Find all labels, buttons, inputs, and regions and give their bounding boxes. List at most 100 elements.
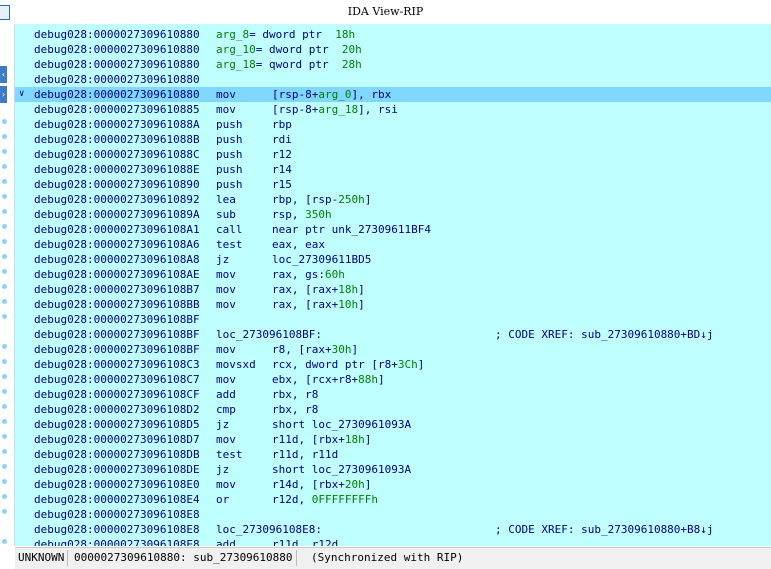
listing-row[interactable]: debug028:0000027309610880 arg_10= dword p… [15, 42, 771, 57]
breakpoint-dot-icon[interactable] [2, 449, 7, 454]
breakpoint-dot-icon[interactable] [2, 164, 7, 169]
instruction-operands[interactable]: rbp, [rsp-250h] [272, 192, 371, 207]
breakpoint-dot-icon[interactable] [2, 269, 7, 274]
row-address[interactable]: debug028:0000027309610885 [34, 102, 200, 117]
listing-row[interactable]: debug028:000002730961089A sub rsp, 350h [15, 207, 771, 222]
row-address[interactable]: debug028:000002730961088C [34, 147, 200, 162]
instruction-mnemonic[interactable]: jz [216, 462, 229, 477]
breakpoint-dot-icon[interactable] [2, 404, 7, 409]
row-address[interactable]: debug028:00000273096108BB [34, 297, 200, 312]
row-address[interactable]: debug028:00000273096108C7 [34, 372, 200, 387]
row-address[interactable]: debug028:00000273096108DE [34, 462, 200, 477]
listing-row[interactable]: debug028:0000027309610880 [15, 72, 771, 87]
instruction-mnemonic[interactable]: mov [216, 87, 236, 102]
listing-row[interactable]: debug028:00000273096108B7 mov rax, [rax+18… [15, 282, 771, 297]
row-address[interactable]: debug028:00000273096108CF [34, 387, 200, 402]
row-address[interactable]: debug028:000002730961088B [34, 132, 200, 147]
row-address[interactable]: debug028:00000273096108E0 [34, 477, 200, 492]
row-address[interactable]: debug028:00000273096108D7 [34, 432, 200, 447]
listing-row[interactable]: debug028:000002730961088B push rdi [15, 132, 771, 147]
listing-row[interactable]: debug028:00000273096108AE mov rax, gs:60h [15, 267, 771, 282]
breakpoint-dot-icon[interactable] [2, 209, 7, 214]
listing-row[interactable]: debug028:0000027309610880 arg_8= dword pt… [15, 27, 771, 42]
instruction-mnemonic[interactable]: mov [216, 102, 236, 117]
breakpoint-dot-icon[interactable] [2, 359, 7, 364]
listing-row[interactable]: debug028:000002730961088E push r14 [15, 162, 771, 177]
listing-row[interactable]: debug028:00000273096108E8 add r11d, r12d [15, 537, 771, 546]
instruction-mnemonic[interactable]: mov [216, 432, 236, 447]
instruction-operands[interactable]: [rsp-8+arg_0], rbx [272, 87, 391, 102]
instruction-mnemonic[interactable]: add [216, 387, 236, 402]
row-address[interactable]: debug028:00000273096108E8 [34, 522, 200, 537]
listing-row[interactable]: debug028:000002730961088C push r12 [15, 147, 771, 162]
listing-row[interactable]: debug028:0000027309610890 push r15 [15, 177, 771, 192]
flow-arrow-icon[interactable]: › [0, 86, 7, 103]
breakpoint-dot-icon[interactable] [2, 434, 7, 439]
instruction-mnemonic[interactable]: push [216, 117, 243, 132]
instruction-mnemonic[interactable]: add [216, 537, 236, 546]
instruction-mnemonic[interactable]: jz [216, 252, 229, 267]
row-address[interactable]: debug028:00000273096108C3 [34, 357, 200, 372]
breakpoint-dot-icon[interactable] [2, 299, 7, 304]
row-address[interactable]: debug028:0000027309610880 [34, 57, 200, 72]
listing-row[interactable]: debug028:00000273096108BF [15, 312, 771, 327]
chevron-down-icon[interactable]: ∨ [19, 87, 24, 102]
row-address[interactable]: debug028:0000027309610880 [34, 27, 200, 42]
instruction-operands[interactable]: r12d, 0FFFFFFFFh [272, 492, 378, 507]
code-label[interactable]: loc_273096108E8: [216, 522, 322, 537]
row-address[interactable]: debug028:0000027309610892 [34, 192, 200, 207]
instruction-mnemonic[interactable]: mov [216, 297, 236, 312]
row-address[interactable]: debug028:000002730961088A [34, 117, 200, 132]
instruction-operands[interactable]: rbx, r8 [272, 387, 318, 402]
xref-comment[interactable]: ; CODE XREF: sub_27309610880+B8↓j [495, 522, 714, 537]
instruction-operands[interactable]: r11d, [rbx+18h] [272, 432, 371, 447]
listing-row[interactable]: debug028:0000027309610885 mov [rsp-8+arg_1… [15, 102, 771, 117]
breakpoint-dot-icon[interactable] [2, 149, 7, 154]
row-address[interactable]: debug028:00000273096108E4 [34, 492, 200, 507]
breakpoint-dot-icon[interactable] [2, 419, 7, 424]
instruction-operands[interactable]: r12 [272, 147, 292, 162]
row-address[interactable]: debug028:00000273096108AE [34, 267, 200, 282]
instruction-mnemonic[interactable]: mov [216, 282, 236, 297]
breakpoint-dot-icon[interactable] [2, 119, 7, 124]
stack-var-declaration[interactable]: arg_10= dword ptr 20h [216, 42, 362, 57]
instruction-operands[interactable]: r14d, [rbx+20h] [272, 477, 371, 492]
stack-var-declaration[interactable]: arg_18= qword ptr 28h [216, 57, 362, 72]
instruction-mnemonic[interactable]: mov [216, 267, 236, 282]
breakpoint-dot-icon[interactable] [2, 314, 7, 319]
listing-row[interactable]: debug028:00000273096108D2 cmp rbx, r8 [15, 402, 771, 417]
instruction-operands[interactable]: r8, [rax+30h] [272, 342, 358, 357]
instruction-operands[interactable]: short loc_2730961093A [272, 462, 411, 477]
listing-row[interactable]: debug028:00000273096108BB mov rax, [rax+10… [15, 297, 771, 312]
listing-row[interactable]: debug028:00000273096108A1 call near ptr un… [15, 222, 771, 237]
instruction-mnemonic[interactable]: sub [216, 207, 236, 222]
row-address[interactable]: debug028:0000027309610880 [34, 42, 200, 57]
listing-row[interactable]: debug028:00000273096108CF add rbx, r8 [15, 387, 771, 402]
instruction-operands[interactable]: r15 [272, 177, 292, 192]
instruction-mnemonic[interactable]: push [216, 162, 243, 177]
instruction-mnemonic[interactable]: cmp [216, 402, 236, 417]
instruction-mnemonic[interactable]: mov [216, 477, 236, 492]
breakpoint-dot-icon[interactable] [2, 479, 7, 484]
row-address[interactable]: debug028:00000273096108A6 [34, 237, 200, 252]
breakpoint-dot-icon[interactable] [2, 539, 7, 544]
instruction-operands[interactable]: loc_27309611BD5 [272, 252, 371, 267]
instruction-operands[interactable]: rsp, 350h [272, 207, 332, 222]
instruction-operands[interactable]: rbp [272, 117, 292, 132]
instruction-operands[interactable]: rax, [rax+18h] [272, 282, 365, 297]
listing-row[interactable]: debug028:00000273096108BF mov r8, [rax+30h… [15, 342, 771, 357]
instruction-operands[interactable]: rax, gs:60h [272, 267, 345, 282]
instruction-mnemonic[interactable]: lea [216, 192, 236, 207]
listing-row[interactable]: debug028:00000273096108E8 [15, 507, 771, 522]
instruction-mnemonic[interactable]: push [216, 132, 243, 147]
listing-row[interactable]: debug028:00000273096108D7 mov r11d, [rbx+1… [15, 432, 771, 447]
breakpoint-dot-icon[interactable] [2, 194, 7, 199]
listing-row[interactable]: debug028:00000273096108C7 mov ebx, [rcx+r8… [15, 372, 771, 387]
instruction-operands[interactable]: rcx, dword ptr [r8+3Ch] [272, 357, 424, 372]
instruction-operands[interactable]: r11d, r11d [272, 447, 338, 462]
instruction-mnemonic[interactable]: call [216, 222, 243, 237]
row-address[interactable]: debug028:00000273096108B7 [34, 282, 200, 297]
instruction-operands[interactable]: eax, eax [272, 237, 325, 252]
stack-var-name[interactable]: arg_8 [216, 28, 249, 41]
instruction-mnemonic[interactable]: test [216, 237, 243, 252]
